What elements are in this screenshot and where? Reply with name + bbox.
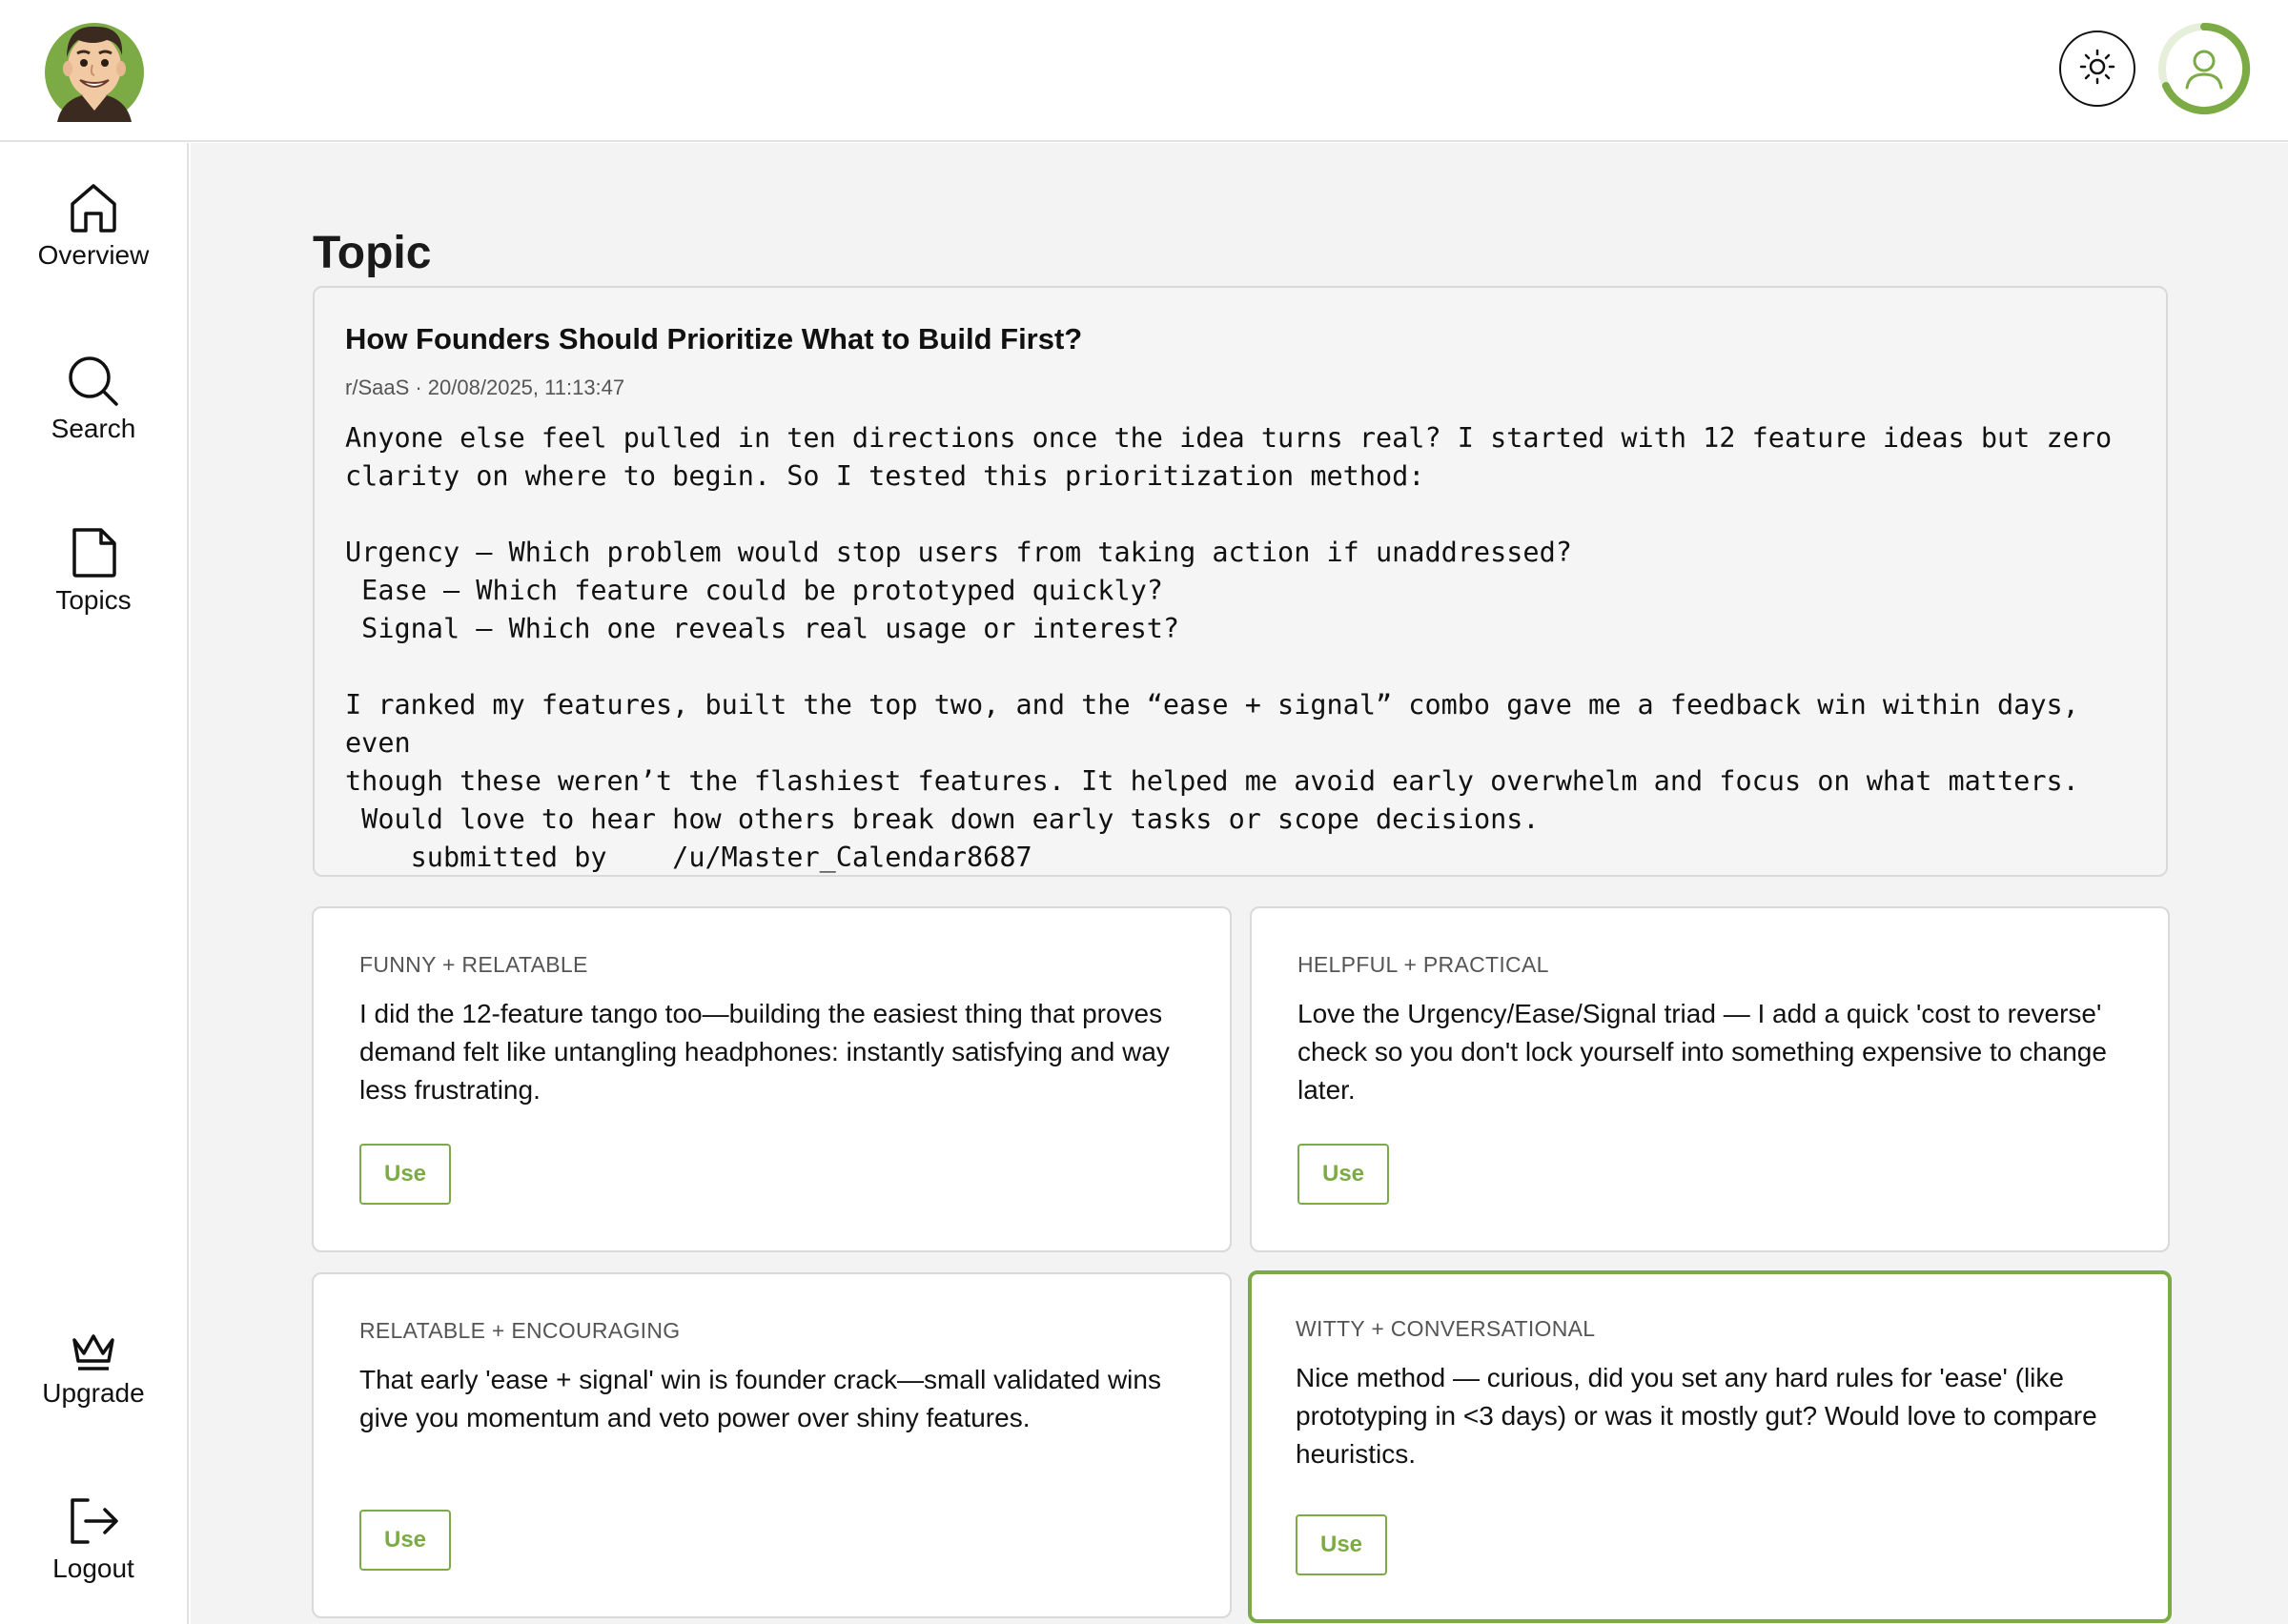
home-icon	[67, 181, 120, 234]
sidebar-item-label: Topics	[55, 585, 132, 615]
reply-text: That early 'ease + signal' win is founde…	[359, 1365, 1161, 1432]
main-content: Topic How Founders Should Prioritize Wha…	[191, 143, 2288, 1624]
topic-body: Anyone else feel pulled in ten direction…	[345, 422, 2113, 873]
use-button[interactable]: Use	[1296, 1514, 1387, 1575]
crown-icon	[70, 1330, 117, 1372]
file-icon	[67, 526, 120, 579]
sidebar-item-label: Search	[51, 414, 136, 443]
cartoon-avatar-logo-icon[interactable]	[44, 15, 145, 124]
sidebar-item-search[interactable]: Search	[0, 355, 187, 444]
user-icon	[2185, 50, 2223, 90]
reply-card: RELATABLE + ENCOURAGING That early 'ease…	[312, 1272, 1232, 1618]
sidebar-item-label: Logout	[52, 1553, 134, 1583]
top-bar	[0, 0, 2288, 142]
search-icon	[67, 355, 120, 408]
sidebar-item-logout[interactable]: Logout	[0, 1494, 187, 1584]
reply-text: Love the Urgency/Ease/Signal triad — I a…	[1297, 999, 2107, 1105]
reply-tag: WITTY + CONVERSATIONAL	[1296, 1316, 1596, 1341]
topic-meta: r/SaaS · 20/08/2025, 11:13:47	[345, 376, 625, 399]
reply-card: FUNNY + RELATABLE I did the 12-feature t…	[312, 906, 1232, 1252]
topic-title: How Founders Should Prioritize What to B…	[345, 322, 1083, 355]
sun-icon	[2078, 48, 2116, 91]
reply-text: I did the 12-feature tango too—building …	[359, 999, 1170, 1105]
use-button[interactable]: Use	[359, 1144, 451, 1205]
reply-tag: RELATABLE + ENCOURAGING	[359, 1318, 681, 1343]
reply-card-selected: WITTY + CONVERSATIONAL Nice method — cur…	[1248, 1270, 2172, 1623]
profile-button[interactable]	[2156, 21, 2252, 116]
use-button[interactable]: Use	[1297, 1144, 1389, 1205]
theme-toggle-button[interactable]	[2059, 30, 2135, 107]
sidebar-item-overview[interactable]: Overview	[0, 181, 187, 271]
sidebar-item-label: Upgrade	[42, 1378, 145, 1408]
sidebar: Overview Search Topics Upgrade Logout	[0, 143, 189, 1624]
sidebar-item-label: Overview	[37, 240, 150, 270]
reply-tag: FUNNY + RELATABLE	[359, 952, 588, 977]
reply-text: Nice method — curious, did you set any h…	[1296, 1363, 2097, 1469]
logout-icon	[67, 1494, 120, 1548]
reply-card: HELPFUL + PRACTICAL Love the Urgency/Eas…	[1250, 906, 2170, 1252]
sidebar-item-upgrade[interactable]: Upgrade	[0, 1330, 187, 1409]
page-title: Topic	[313, 228, 432, 278]
sidebar-item-topics[interactable]: Topics	[0, 526, 187, 616]
topic-card: How Founders Should Prioritize What to B…	[313, 286, 2168, 877]
use-button[interactable]: Use	[359, 1510, 451, 1571]
reply-tag: HELPFUL + PRACTICAL	[1297, 952, 1549, 977]
